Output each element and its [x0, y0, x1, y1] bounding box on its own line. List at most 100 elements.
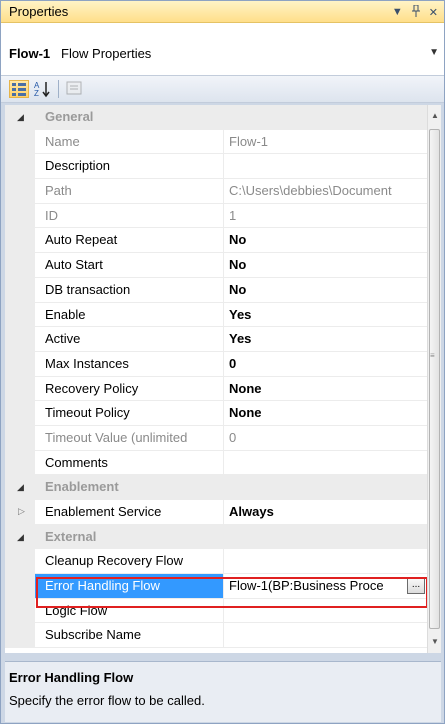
close-icon[interactable]: ✕ — [429, 6, 438, 19]
property-value[interactable] — [224, 154, 427, 178]
scroll-down-icon[interactable]: ▼ — [429, 635, 441, 649]
title-bar[interactable]: Properties ▼ ✕ — [1, 1, 444, 23]
property-row[interactable]: Recovery Policy None — [5, 376, 427, 402]
property-value[interactable]: Yes — [224, 327, 427, 351]
property-value[interactable]: No — [224, 278, 427, 302]
property-pages-icon[interactable] — [65, 80, 85, 98]
property-name: Path — [35, 179, 224, 203]
row-margin — [5, 203, 35, 228]
property-row[interactable]: Auto Start No — [5, 253, 427, 278]
categorized-icon[interactable] — [9, 80, 29, 98]
property-name: DB transaction — [35, 277, 224, 302]
svg-text:Z: Z — [34, 89, 39, 98]
property-name: Description — [35, 154, 224, 179]
property-value-text: C:\Users\debbies\Document — [229, 183, 392, 199]
vertical-scrollbar[interactable]: ▲ ≡ ▼ — [427, 105, 441, 653]
row-margin — [5, 228, 35, 253]
property-value[interactable] — [224, 599, 427, 623]
property-value-text: None — [229, 380, 262, 396]
row-margin: ◢ — [5, 475, 35, 499]
row-margin — [5, 401, 35, 425]
property-value-text: 0 — [229, 429, 237, 445]
category-row-external[interactable]: ◢ External — [5, 524, 427, 550]
property-row[interactable]: Description — [5, 154, 427, 180]
scroll-thumb[interactable] — [429, 129, 440, 629]
row-margin — [5, 425, 35, 450]
property-value[interactable]: Always — [224, 500, 427, 524]
row-margin: ◢ — [5, 105, 35, 129]
property-name: Name — [35, 129, 224, 154]
expanded-triangle-icon[interactable]: ◢ — [17, 482, 24, 493]
property-name: Enablement Service — [35, 500, 224, 524]
property-value-text: None — [229, 405, 262, 421]
property-name: Error Handling Flow — [35, 574, 224, 598]
property-name: Max Instances — [35, 351, 224, 376]
collapsed-triangle-icon[interactable]: ▷ — [18, 506, 25, 517]
row-margin — [5, 253, 35, 277]
property-value[interactable] — [224, 451, 427, 475]
property-name: Auto Repeat — [35, 228, 224, 253]
property-row[interactable]: ID 1 — [5, 203, 427, 229]
row-margin — [5, 351, 35, 376]
pin-icon[interactable] — [411, 4, 421, 20]
property-row[interactable]: ▷ Enablement Service Always — [5, 500, 427, 525]
property-row[interactable]: DB transaction No — [5, 277, 427, 303]
category-row-enablement[interactable]: ◢ Enablement — [5, 475, 427, 500]
property-value[interactable] — [224, 623, 427, 647]
toolbar-separator — [58, 80, 59, 98]
chevron-down-icon[interactable]: ▼ — [429, 47, 439, 58]
expanded-triangle-icon[interactable]: ◢ — [17, 112, 24, 123]
property-row[interactable]: Enable Yes — [5, 302, 427, 328]
property-name: Auto Start — [35, 253, 224, 277]
property-grid[interactable]: ◢ General Name Flow-1 Description Path C:\User… — [5, 105, 427, 653]
property-value[interactable]: Yes — [224, 303, 427, 327]
selected-object-type: Flow Properties — [61, 46, 152, 61]
property-row[interactable]: Comments — [5, 450, 427, 476]
property-value: 1 — [224, 204, 427, 228]
property-value[interactable]: None — [224, 401, 427, 425]
row-margin — [5, 179, 35, 203]
property-row[interactable]: Cleanup Recovery Flow — [5, 549, 427, 575]
property-value-text: Yes — [229, 331, 252, 347]
category-label: General — [45, 109, 94, 124]
row-margin — [5, 623, 35, 648]
row-margin — [5, 129, 35, 154]
description-text: Specify the error flow to be called. — [9, 693, 205, 708]
window-menu-icon[interactable]: ▼ — [392, 6, 403, 18]
property-name: ID — [35, 203, 224, 228]
alphabetical-icon[interactable]: A Z — [33, 80, 53, 98]
property-row[interactable]: Name Flow-1 — [5, 129, 427, 155]
ellipsis-button[interactable]: ... — [407, 577, 425, 595]
property-row[interactable]: Max Instances 0 — [5, 351, 427, 377]
property-row[interactable]: Timeout Policy None — [5, 401, 427, 426]
property-value[interactable]: No — [224, 228, 427, 252]
scroll-up-icon[interactable]: ▲ — [429, 109, 441, 123]
property-name: Comments — [35, 450, 224, 475]
property-value[interactable]: 0 — [224, 352, 427, 376]
property-row[interactable]: Path C:\Users\debbies\Document — [5, 179, 427, 204]
property-value-text: 0 — [229, 355, 237, 371]
property-value[interactable] — [224, 549, 427, 573]
property-value[interactable]: Flow-1(BP:Business Proce... — [224, 574, 427, 598]
row-margin: ◢ — [5, 524, 35, 549]
property-value[interactable]: No — [224, 253, 427, 277]
property-value-text: No — [229, 257, 247, 273]
row-margin — [5, 154, 35, 179]
property-row[interactable]: Subscribe Name — [5, 623, 427, 649]
property-row[interactable]: Timeout Value (unlimited 0 — [5, 425, 427, 451]
property-value-text: Always — [229, 504, 274, 519]
property-row[interactable]: Auto Repeat No — [5, 228, 427, 254]
object-selector[interactable]: Flow-1 Flow Properties ▼ — [9, 41, 439, 67]
property-row[interactable]: Logic Flow — [5, 598, 427, 624]
property-value-text: Flow-1 — [229, 133, 269, 149]
property-row[interactable]: Active Yes — [5, 327, 427, 352]
property-value[interactable]: None — [224, 377, 427, 401]
expanded-triangle-icon[interactable]: ◢ — [17, 532, 24, 543]
properties-toolbar: A Z — [1, 75, 444, 103]
property-value: Flow-1 — [224, 130, 427, 154]
category-row-general[interactable]: ◢ General — [5, 105, 427, 130]
property-row[interactable]: Error Handling Flow Flow-1(BP:Business Pr… — [5, 574, 427, 599]
row-margin — [5, 598, 35, 623]
property-name: Recovery Policy — [35, 376, 224, 401]
description-pane: Error Handling Flow Specify the error fl… — [5, 661, 441, 722]
